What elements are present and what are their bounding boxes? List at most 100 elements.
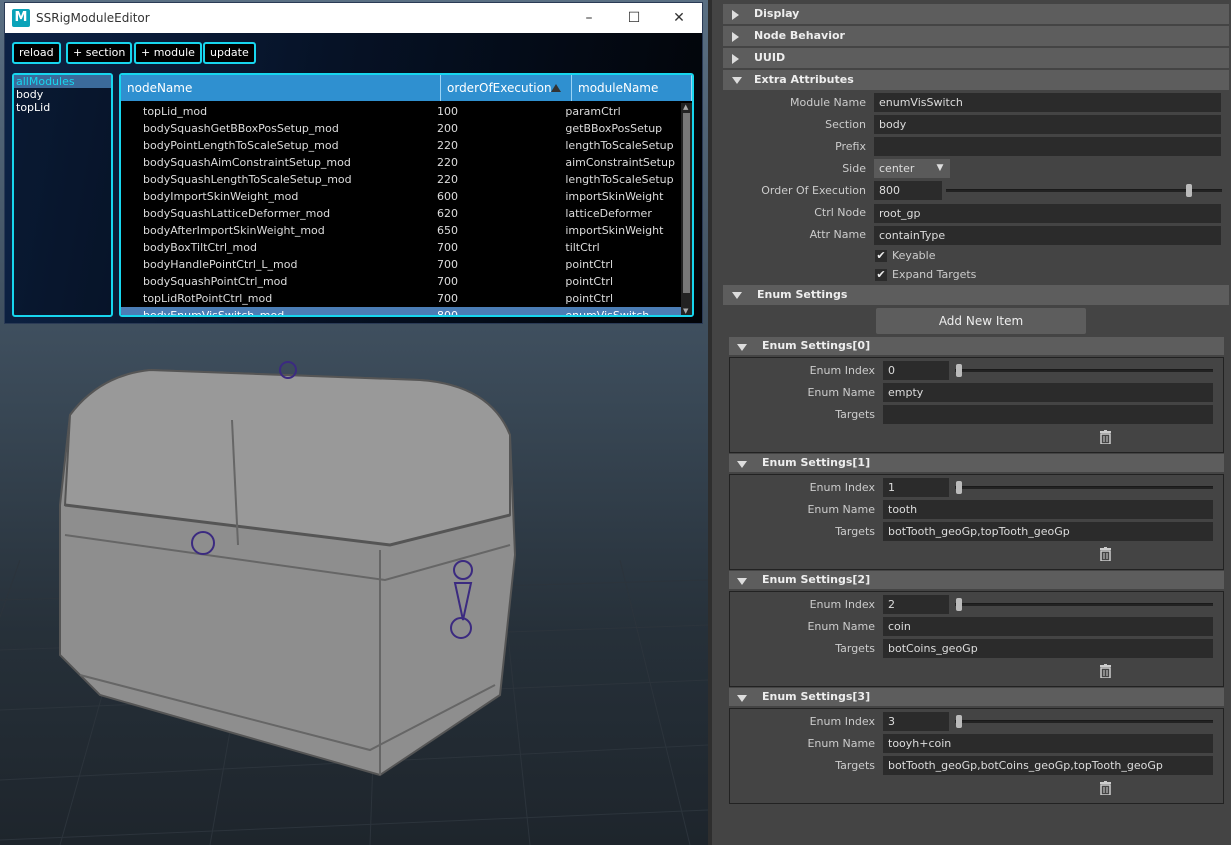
enum-index-slider-knob[interactable]	[956, 364, 962, 377]
fold-display[interactable]: Display	[723, 4, 1229, 24]
scrollbar-thumb[interactable]	[683, 113, 690, 293]
treasure-chest-model[interactable]	[40, 355, 540, 795]
enum-settings-header-1[interactable]: Enum Settings[1]	[729, 454, 1224, 472]
enum-index-field[interactable]: 1	[883, 478, 949, 497]
table-scrollbar[interactable]: ▲ ▼	[681, 103, 692, 315]
module-table[interactable]: nodeName orderOfExecution moduleName top…	[119, 73, 694, 317]
fold-uuid[interactable]: UUID	[723, 48, 1229, 68]
enum-index-slider-track[interactable]	[955, 720, 1213, 723]
cell-order: 700	[436, 258, 458, 271]
cell-order: 220	[436, 156, 458, 169]
enum-index-field[interactable]: 0	[883, 361, 949, 380]
column-header-module-name[interactable]: moduleName	[572, 75, 692, 101]
section-field[interactable]: body	[874, 115, 1221, 134]
rig-module-editor-window[interactable]: M SSRigModuleEditor – ☐ ✕ reload + secti…	[4, 2, 703, 324]
trash-icon[interactable]	[1100, 547, 1111, 562]
enum-index-slider-knob[interactable]	[956, 598, 962, 611]
table-row[interactable]: bodyBoxTiltCtrl_mod 700 tiltCtrl	[121, 239, 681, 256]
trash-icon[interactable]	[1100, 664, 1111, 679]
reload-button[interactable]: reload	[12, 42, 61, 64]
add-section-button[interactable]: + section	[66, 42, 133, 64]
targets-field[interactable]	[883, 405, 1213, 424]
attribute-editor-panel[interactable]: Display Node Behavior UUID Extra Attribu…	[708, 0, 1231, 845]
window-title: SSRigModuleEditor	[36, 11, 150, 25]
scroll-down-icon[interactable]: ▼	[683, 307, 688, 315]
table-row[interactable]: bodyEnumVisSwitch_mod 800 enumVisSwitch	[121, 307, 681, 317]
enum-index-field[interactable]: 2	[883, 595, 949, 614]
table-row[interactable]: bodyPointLengthToScaleSetup_mod 220 length…	[121, 137, 681, 154]
section-item-toplid[interactable]: topLid	[14, 101, 111, 114]
expand-targets-checkbox[interactable]: ✔	[875, 269, 887, 281]
keyable-checkbox[interactable]: ✔	[875, 250, 887, 262]
enum-settings-title: Enum Settings[3]	[762, 690, 871, 703]
sort-ascending-icon	[551, 84, 561, 92]
side-dropdown[interactable]: center	[874, 159, 930, 178]
fold-node-behavior[interactable]: Node Behavior	[723, 26, 1229, 46]
order-slider-track[interactable]	[946, 189, 1222, 192]
ctrl-node-label: Ctrl Node	[814, 206, 866, 219]
chevron-down-icon[interactable]: ▼	[930, 159, 950, 178]
ctrl-node-field[interactable]: root_gp	[874, 204, 1221, 223]
enum-name-label: Enum Name	[807, 386, 875, 399]
enum-name-field[interactable]: empty	[883, 383, 1213, 402]
scroll-up-icon[interactable]: ▲	[683, 103, 688, 111]
column-header-label: orderOfExecution	[447, 81, 552, 95]
enum-settings-title: Enum Settings[1]	[762, 456, 871, 469]
table-row[interactable]: bodySquashPointCtrl_mod 700 pointCtrl	[121, 273, 681, 290]
cell-node: bodyAfterImportSkinWeight_mod	[143, 224, 325, 237]
keyable-label: Keyable	[892, 249, 936, 262]
targets-field[interactable]: botTooth_geoGp,topTooth_geoGp	[883, 522, 1213, 541]
trash-icon[interactable]	[1100, 781, 1111, 796]
targets-field[interactable]: botTooth_geoGp,botCoins_geoGp,topTooth_g…	[883, 756, 1213, 775]
enum-name-field[interactable]: tooth	[883, 500, 1213, 519]
enum-settings-header-2[interactable]: Enum Settings[2]	[729, 571, 1224, 589]
enum-index-label: Enum Index	[809, 598, 875, 611]
table-row[interactable]: bodySquashAimConstraintSetup_mod 220 aimCo…	[121, 154, 681, 171]
section-item-allmodules[interactable]: allModules	[14, 75, 111, 88]
maximize-button[interactable]: ☐	[612, 5, 656, 31]
column-header-order[interactable]: orderOfExecution	[441, 75, 572, 101]
add-new-item-button[interactable]: Add New Item	[876, 308, 1086, 334]
attr-name-field[interactable]: containType	[874, 226, 1221, 245]
enum-name-field[interactable]: coin	[883, 617, 1213, 636]
enum-index-label: Enum Index	[809, 364, 875, 377]
table-header: nodeName orderOfExecution moduleName	[121, 75, 692, 101]
table-row[interactable]: bodySquashGetBBoxPosSetup_mod 200 getBBoxP…	[121, 120, 681, 137]
title-bar[interactable]: M SSRigModuleEditor – ☐ ✕	[5, 3, 702, 33]
enum-index-field[interactable]: 3	[883, 712, 949, 731]
enum-index-slider-knob[interactable]	[956, 715, 962, 728]
section-list[interactable]: allModules body topLid	[12, 73, 113, 317]
module-name-field[interactable]: enumVisSwitch	[874, 93, 1221, 112]
section-item-body[interactable]: body	[14, 88, 111, 101]
enum-settings-header-3[interactable]: Enum Settings[3]	[729, 688, 1224, 706]
targets-field[interactable]: botCoins_geoGp	[883, 639, 1213, 658]
table-row[interactable]: bodySquashLatticeDeformer_mod 620 latticeD…	[121, 205, 681, 222]
order-field[interactable]: 800	[874, 181, 942, 200]
fold-extra-attributes[interactable]: Extra Attributes	[723, 70, 1229, 90]
column-header-node-name[interactable]: nodeName	[121, 75, 441, 101]
collapse-arrow-icon	[732, 292, 742, 299]
cell-module: enumVisSwitch	[565, 309, 650, 317]
table-row[interactable]: bodyImportSkinWeight_mod 600 importSkinWei…	[121, 188, 681, 205]
close-button[interactable]: ✕	[657, 5, 701, 31]
order-slider-knob[interactable]	[1185, 184, 1192, 197]
minimize-button[interactable]: –	[567, 5, 611, 31]
enum-index-slider-track[interactable]	[955, 369, 1213, 372]
prefix-label: Prefix	[835, 140, 866, 153]
table-row[interactable]: topLidRotPointCtrl_mod 700 pointCtrl	[121, 290, 681, 307]
enum-index-slider-track[interactable]	[955, 603, 1213, 606]
cell-node: bodySquashGetBBoxPosSetup_mod	[143, 122, 339, 135]
trash-icon[interactable]	[1100, 430, 1111, 445]
fold-enum-settings[interactable]: Enum Settings	[723, 285, 1229, 305]
enum-settings-header-0[interactable]: Enum Settings[0]	[729, 337, 1224, 355]
enum-index-slider-track[interactable]	[955, 486, 1213, 489]
table-row[interactable]: bodyHandlePointCtrl_L_mod 700 pointCtrl	[121, 256, 681, 273]
update-button[interactable]: update	[203, 42, 256, 64]
add-module-button[interactable]: + module	[134, 42, 202, 64]
table-row[interactable]: bodySquashLengthToScaleSetup_mod 220 lengt…	[121, 171, 681, 188]
enum-index-slider-knob[interactable]	[956, 481, 962, 494]
table-row[interactable]: topLid_mod 100 paramCtrl	[121, 103, 681, 120]
prefix-field[interactable]	[874, 137, 1221, 156]
enum-name-field[interactable]: tooyh+coin	[883, 734, 1213, 753]
table-row[interactable]: bodyAfterImportSkinWeight_mod 650 importSk…	[121, 222, 681, 239]
